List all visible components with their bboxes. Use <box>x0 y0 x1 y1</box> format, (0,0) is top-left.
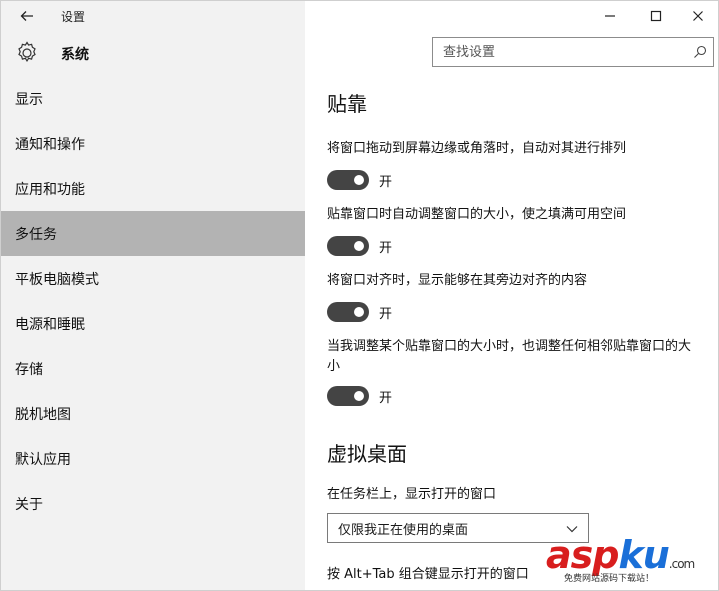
toggle-state-label: 开 <box>379 174 393 190</box>
maximize-icon <box>650 10 662 22</box>
sidebar-item-offline-maps[interactable]: 脱机地图 <box>1 391 305 436</box>
search-input[interactable] <box>433 39 679 65</box>
back-button[interactable] <box>15 6 39 26</box>
close-icon <box>693 11 703 21</box>
virtual-desktop-group-title: 虚拟桌面 <box>327 442 407 466</box>
sidebar-item-apps[interactable]: 应用和功能 <box>1 166 305 211</box>
sidebar-item-multitasking[interactable]: 多任务 <box>1 211 305 256</box>
sidebar-item-label: 存储 <box>15 361 43 378</box>
sidebar-item-label: 默认应用 <box>15 451 71 468</box>
toggle-knob <box>354 307 364 317</box>
watermark-logo: aspku.com 免费网站源码下载站！ <box>546 533 718 590</box>
gear-icon <box>18 41 36 63</box>
toggle-knob <box>354 175 364 185</box>
toggle-state-label: 开 <box>379 306 393 322</box>
snap-toggle-row: 开 <box>327 383 707 409</box>
search-box[interactable] <box>432 37 714 67</box>
settings-content: 贴靠 将窗口拖动到屏幕边缘或角落时，自动对其进行排列 开 贴靠窗口时自动调整窗口… <box>327 89 707 585</box>
sidebar-item-tablet-mode[interactable]: 平板电脑模式 <box>1 256 305 301</box>
toggle-knob <box>354 391 364 401</box>
sidebar-item-label: 通知和操作 <box>15 136 85 153</box>
snap-fill-toggle[interactable] <box>327 236 369 256</box>
section-title: 系统 <box>61 47 89 63</box>
main-content: 贴靠 将窗口拖动到屏幕边缘或角落时，自动对其进行排列 开 贴靠窗口时自动调整窗口… <box>305 1 718 590</box>
sidebar-item-display[interactable]: 显示 <box>1 76 305 121</box>
search-icon <box>694 45 707 58</box>
snap-toggle[interactable] <box>327 170 369 190</box>
watermark-brand-c: .com <box>668 557 695 571</box>
title-bar: 设置 <box>1 1 305 31</box>
snap-assist-toggle[interactable] <box>327 302 369 322</box>
sidebar-item-default-apps[interactable]: 默认应用 <box>1 436 305 481</box>
taskbar-setting-label: 在任务栏上，显示打开的窗口 <box>327 487 497 502</box>
sidebar-item-about[interactable]: 关于 <box>1 481 305 526</box>
close-button[interactable] <box>676 1 718 31</box>
snap-setting-label: 将窗口对齐时，显示能够在其旁边对齐的内容 <box>327 273 588 288</box>
snap-toggle-row: 开 <box>327 233 707 259</box>
sidebar-item-notifications[interactable]: 通知和操作 <box>1 121 305 166</box>
dropdown-value: 仅限我正在使用的桌面 <box>338 522 469 538</box>
sidebar-item-label: 电源和睡眠 <box>15 316 85 333</box>
snap-resize-toggle[interactable] <box>327 386 369 406</box>
sidebar: 设置 系统 显示 通知和操作 应用和功能 多任务 平板电脑模式 电源和睡眠 存储… <box>1 1 305 590</box>
snap-setting-label: 将窗口拖动到屏幕边缘或角落时，自动对其进行排列 <box>327 141 627 156</box>
snap-toggle-row: 开 <box>327 167 707 193</box>
sidebar-item-label: 平板电脑模式 <box>15 271 99 288</box>
settings-window: 设置 系统 显示 通知和操作 应用和功能 多任务 平板电脑模式 电源和睡眠 存储… <box>0 0 719 591</box>
sidebar-item-label: 关于 <box>15 496 43 513</box>
sidebar-item-storage[interactable]: 存储 <box>1 346 305 391</box>
section-header: 系统 <box>1 33 305 73</box>
back-arrow-icon <box>20 11 33 21</box>
snap-toggle-row: 开 <box>327 299 707 325</box>
minimize-icon <box>605 15 615 17</box>
minimize-button[interactable] <box>588 1 632 31</box>
sidebar-item-label: 脱机地图 <box>15 406 71 423</box>
sidebar-nav: 显示 通知和操作 应用和功能 多任务 平板电脑模式 电源和睡眠 存储 脱机地图 … <box>1 76 305 526</box>
toggle-state-label: 开 <box>379 390 393 406</box>
window-title: 设置 <box>61 10 86 24</box>
snap-group-title: 贴靠 <box>327 92 367 116</box>
maximize-button[interactable] <box>634 1 678 31</box>
sidebar-item-label: 应用和功能 <box>15 181 85 198</box>
watermark-subtitle: 免费网站源码下载站！ <box>564 574 655 584</box>
toggle-knob <box>354 241 364 251</box>
snap-setting-label: 贴靠窗口时自动调整窗口的大小，使之填满可用空间 <box>327 207 627 222</box>
sidebar-item-label: 显示 <box>15 91 43 108</box>
sidebar-item-label: 多任务 <box>15 226 57 243</box>
toggle-state-label: 开 <box>379 240 393 256</box>
sidebar-item-power-sleep[interactable]: 电源和睡眠 <box>1 301 305 346</box>
snap-setting-label: 当我调整某个贴靠窗口的大小时，也调整任何相邻贴靠窗口的大小 <box>327 339 692 374</box>
